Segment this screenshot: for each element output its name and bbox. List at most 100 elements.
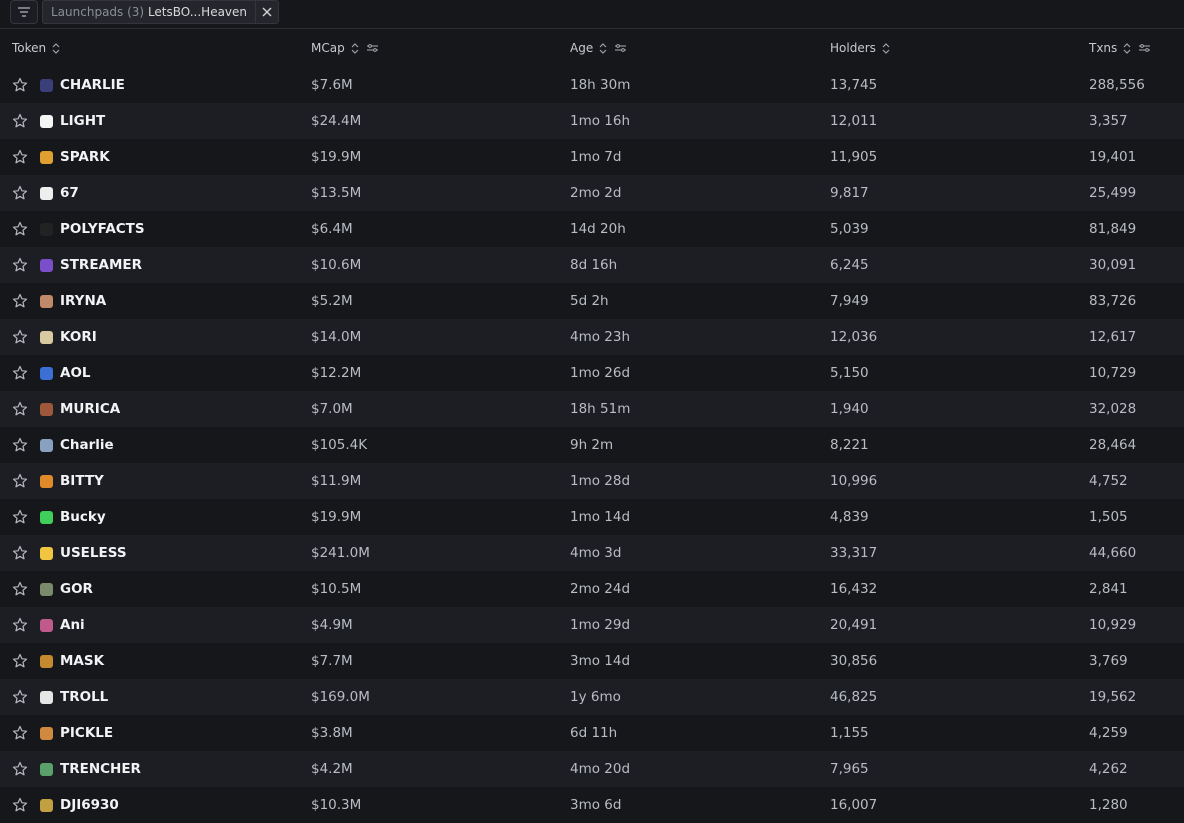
token-cell[interactable]: SPARK [40,139,110,175]
table-row[interactable]: IRYNA $5.2M 5d 2h 7,949 83,726 [0,283,1184,319]
column-filter-icon[interactable] [366,43,378,53]
favorite-button[interactable] [12,319,28,355]
column-header-token[interactable]: Token [12,41,60,55]
favorite-button[interactable] [12,571,28,607]
favorite-star-icon[interactable] [12,473,28,489]
favorite-star-icon[interactable] [12,581,28,597]
token-cell[interactable]: DJI6930 [40,787,119,823]
token-cell[interactable]: KORI [40,319,97,355]
favorite-button[interactable] [12,787,28,823]
table-row[interactable]: TRENCHER $4.2M 4mo 20d 7,965 4,262 [0,751,1184,787]
favorite-star-icon[interactable] [12,329,28,345]
filter-button[interactable] [10,0,38,24]
favorite-button[interactable] [12,247,28,283]
table-row[interactable]: KORI $14.0M 4mo 23h 12,036 12,617 [0,319,1184,355]
token-cell[interactable]: LIGHT [40,103,105,139]
favorite-button[interactable] [12,139,28,175]
favorite-star-icon[interactable] [12,437,28,453]
sort-chevrons-icon[interactable] [1123,42,1131,54]
favorite-button[interactable] [12,499,28,535]
column-header-holders[interactable]: Holders [830,41,890,55]
table-row[interactable]: POLYFACTS $6.4M 14d 20h 5,039 81,849 [0,211,1184,247]
favorite-button[interactable] [12,103,28,139]
sort-chevrons-icon[interactable] [52,42,60,54]
table-row[interactable]: 67 $13.5M 2mo 2d 9,817 25,499 [0,175,1184,211]
favorite-button[interactable] [12,211,28,247]
favorite-button[interactable] [12,427,28,463]
favorite-button[interactable] [12,391,28,427]
favorite-star-icon[interactable] [12,509,28,525]
table-row[interactable]: MASK $7.7M 3mo 14d 30,856 3,769 [0,643,1184,679]
table-row[interactable]: USELESS $241.0M 4mo 3d 33,317 44,660 [0,535,1184,571]
table-row[interactable]: LIGHT $24.4M 1mo 16h 12,011 3,357 [0,103,1184,139]
favorite-star-icon[interactable] [12,293,28,309]
table-row[interactable]: MURICA $7.0M 18h 51m 1,940 32,028 [0,391,1184,427]
table-row[interactable]: Ani $4.9M 1mo 29d 20,491 10,929 [0,607,1184,643]
token-cell[interactable]: TRENCHER [40,751,141,787]
column-header-mcap[interactable]: MCap [311,41,378,55]
token-cell[interactable]: PICKLE [40,715,113,751]
favorite-star-icon[interactable] [12,725,28,741]
favorite-star-icon[interactable] [12,365,28,381]
sort-chevrons-icon[interactable] [882,42,890,54]
favorite-star-icon[interactable] [12,617,28,633]
favorite-button[interactable] [12,751,28,787]
table-row[interactable]: CHARLIE $7.6M 18h 30m 13,745 288,556 [0,67,1184,103]
favorite-button[interactable] [12,355,28,391]
column-filter-icon[interactable] [1139,43,1151,53]
table-row[interactable]: SPARK $19.9M 1mo 7d 11,905 19,401 [0,139,1184,175]
table-row[interactable]: STREAMER $10.6M 8d 16h 6,245 30,091 [0,247,1184,283]
token-cell[interactable]: CHARLIE [40,67,125,103]
column-header-txns[interactable]: Txns [1089,41,1151,55]
favorite-star-icon[interactable] [12,689,28,705]
table-row[interactable]: PICKLE $3.8M 6d 11h 1,155 4,259 [0,715,1184,751]
favorite-button[interactable] [12,67,28,103]
favorite-button[interactable] [12,607,28,643]
table-row[interactable]: BITTY $11.9M 1mo 28d 10,996 4,752 [0,463,1184,499]
token-cell[interactable]: MURICA [40,391,120,427]
table-row[interactable]: DJI6930 $10.3M 3mo 6d 16,007 1,280 [0,787,1184,823]
table-row[interactable]: Bucky $19.9M 1mo 14d 4,839 1,505 [0,499,1184,535]
table-row[interactable]: GOR $10.5M 2mo 24d 16,432 2,841 [0,571,1184,607]
token-cell[interactable]: MASK [40,643,104,679]
favorite-star-icon[interactable] [12,221,28,237]
favorite-star-icon[interactable] [12,149,28,165]
token-cell[interactable]: Ani [40,607,85,643]
favorite-star-icon[interactable] [12,185,28,201]
table-row[interactable]: TROLL $169.0M 1y 6mo 46,825 19,562 [0,679,1184,715]
sort-chevrons-icon[interactable] [351,42,359,54]
chip-close-button[interactable] [255,1,278,23]
favorite-button[interactable] [12,643,28,679]
favorite-button[interactable] [12,715,28,751]
column-header-age[interactable]: Age [570,41,627,55]
favorite-button[interactable] [12,175,28,211]
token-cell[interactable]: USELESS [40,535,127,571]
favorite-star-icon[interactable] [12,257,28,273]
favorite-star-icon[interactable] [12,761,28,777]
token-cell[interactable]: Bucky [40,499,106,535]
table-row[interactable]: Charlie $105.4K 9h 2m 8,221 28,464 [0,427,1184,463]
token-cell[interactable]: 67 [40,175,79,211]
launchpad-filter-chip[interactable]: Launchpads (3) LetsBO...Heaven [42,0,280,24]
favorite-button[interactable] [12,679,28,715]
token-cell[interactable]: POLYFACTS [40,211,145,247]
sort-chevrons-icon[interactable] [599,42,607,54]
favorite-star-icon[interactable] [12,797,28,813]
token-cell[interactable]: TROLL [40,679,108,715]
favorite-button[interactable] [12,283,28,319]
favorite-star-icon[interactable] [12,113,28,129]
favorite-button[interactable] [12,463,28,499]
favorite-star-icon[interactable] [12,653,28,669]
favorite-star-icon[interactable] [12,77,28,93]
token-cell[interactable]: STREAMER [40,247,142,283]
favorite-star-icon[interactable] [12,545,28,561]
token-cell[interactable]: IRYNA [40,283,106,319]
token-cell[interactable]: BITTY [40,463,104,499]
favorite-star-icon[interactable] [12,401,28,417]
token-cell[interactable]: AOL [40,355,91,391]
token-cell[interactable]: GOR [40,571,93,607]
token-cell[interactable]: Charlie [40,427,114,463]
table-row[interactable]: AOL $12.2M 1mo 26d 5,150 10,729 [0,355,1184,391]
favorite-button[interactable] [12,535,28,571]
column-filter-icon[interactable] [615,43,627,53]
